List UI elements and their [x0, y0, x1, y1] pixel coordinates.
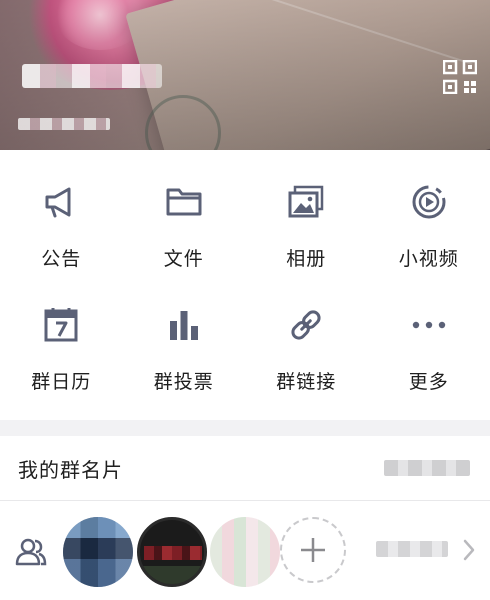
feature-label: 群日历	[31, 371, 92, 393]
feature-files[interactable]: 文件	[123, 150, 246, 285]
feature-more[interactable]: 更多	[368, 285, 490, 420]
bar-chart-icon	[169, 311, 198, 340]
my-group-card-row[interactable]: 我的群名片	[0, 436, 490, 501]
my-group-card-label: 我的群名片	[18, 457, 123, 482]
feature-label: 公告	[41, 248, 82, 270]
video-play-icon	[412, 185, 446, 219]
feature-label: 更多	[408, 371, 449, 393]
feature-label: 群投票	[153, 371, 214, 393]
feature-short-video[interactable]: 小视频	[368, 150, 490, 285]
megaphone-icon	[45, 187, 71, 218]
feature-calendar[interactable]: 群日历	[0, 285, 123, 420]
qr-code-icon	[443, 60, 477, 94]
feature-label: 小视频	[398, 248, 459, 270]
member-avatar[interactable]	[137, 517, 207, 587]
group-feature-grid: 公告 文件 相册 小视频 群日历 群投票 群链接 更多	[0, 150, 490, 420]
section-separator	[0, 420, 490, 436]
member-avatar[interactable]	[63, 517, 133, 587]
feature-vote[interactable]: 群投票	[123, 285, 246, 420]
photo-album-icon	[288, 185, 324, 218]
folder-icon	[166, 188, 202, 216]
members-icon	[15, 538, 47, 566]
group-id-redacted	[18, 118, 110, 130]
feature-label: 文件	[163, 248, 204, 270]
feature-label: 群链接	[276, 371, 337, 393]
member-count-redacted	[376, 541, 448, 557]
group-members-row[interactable]	[0, 501, 490, 600]
group-cover-image[interactable]	[0, 0, 490, 150]
feature-announcement[interactable]: 公告	[0, 150, 123, 285]
group-name-redacted	[22, 64, 162, 88]
add-member-button[interactable]	[280, 517, 346, 583]
chevron-right-icon	[463, 539, 475, 561]
qr-code-button[interactable]	[441, 58, 479, 96]
more-dots-icon	[412, 321, 445, 329]
plus-icon	[301, 538, 325, 562]
feature-album[interactable]: 相册	[245, 150, 368, 285]
calendar-icon	[44, 308, 78, 342]
link-icon	[291, 310, 321, 340]
feature-group-link[interactable]: 群链接	[245, 285, 368, 420]
feature-label: 相册	[286, 248, 327, 270]
my-group-card-value-redacted	[384, 460, 470, 476]
member-avatar[interactable]	[210, 517, 280, 587]
